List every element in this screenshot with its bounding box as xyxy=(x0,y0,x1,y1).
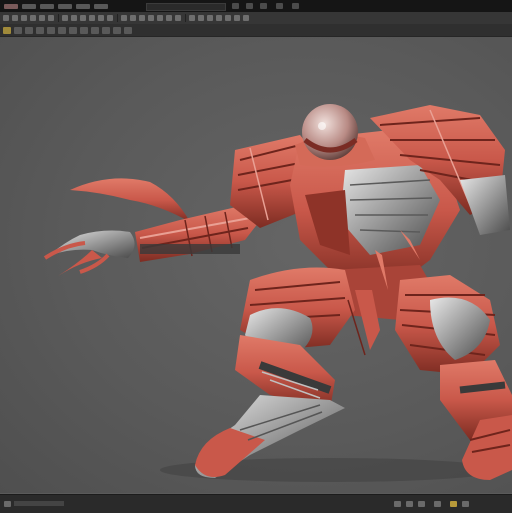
snap-icon[interactable] xyxy=(39,15,45,21)
layer-icon[interactable] xyxy=(4,501,11,507)
edit-mode-icon[interactable] xyxy=(14,26,22,34)
overlay-icon[interactable] xyxy=(113,26,121,34)
history-icon[interactable] xyxy=(207,15,213,21)
xray-icon[interactable] xyxy=(124,26,132,34)
shading-icon[interactable] xyxy=(166,15,172,21)
texture-icon[interactable] xyxy=(107,15,113,21)
mirror-icon[interactable] xyxy=(139,15,145,21)
sculpt-icon[interactable] xyxy=(71,15,77,21)
menu-item[interactable] xyxy=(76,3,90,9)
loop-icon[interactable] xyxy=(462,501,469,507)
paint-mode-icon[interactable] xyxy=(36,26,44,34)
export-icon[interactable] xyxy=(243,15,249,21)
toolbar-separator xyxy=(117,14,118,22)
menu-item[interactable] xyxy=(40,3,54,9)
select-tool-icon[interactable] xyxy=(3,15,9,21)
keyframe-icon[interactable] xyxy=(450,501,457,507)
material-icon[interactable] xyxy=(175,15,181,21)
menu-item[interactable] xyxy=(94,3,108,9)
vertex-icon[interactable] xyxy=(47,26,55,34)
light-icon[interactable] xyxy=(225,15,231,21)
pause-icon[interactable] xyxy=(406,501,413,507)
stop-icon[interactable] xyxy=(418,501,425,507)
proportional-icon[interactable] xyxy=(102,26,110,34)
settings-icon[interactable] xyxy=(276,3,283,9)
object-mode-icon[interactable] xyxy=(3,26,11,34)
scale-tool-icon[interactable] xyxy=(30,15,36,21)
wireframe-icon[interactable] xyxy=(157,15,163,21)
mask-icon[interactable] xyxy=(89,15,95,21)
toolbar-separator xyxy=(58,14,59,22)
camera-icon[interactable] xyxy=(246,3,253,9)
secondary-toolbar xyxy=(0,24,512,37)
frame-icon[interactable] xyxy=(434,501,441,507)
brush-icon[interactable] xyxy=(62,15,68,21)
smooth-icon[interactable] xyxy=(80,15,86,21)
status-bar xyxy=(0,494,512,513)
mesh-icon[interactable] xyxy=(121,15,127,21)
subdivide-icon[interactable] xyxy=(130,15,136,21)
symmetry-icon[interactable] xyxy=(148,15,154,21)
help-icon[interactable] xyxy=(292,3,299,9)
undo-icon[interactable] xyxy=(189,15,195,21)
light-icon[interactable] xyxy=(260,3,267,9)
paint-icon[interactable] xyxy=(98,15,104,21)
move-tool-icon[interactable] xyxy=(12,15,18,21)
workspace-field[interactable] xyxy=(146,3,226,11)
menu-bar xyxy=(0,0,512,12)
menu-item[interactable] xyxy=(58,3,72,9)
robot-model xyxy=(43,104,512,482)
menu-item[interactable] xyxy=(22,3,36,9)
render-icon[interactable] xyxy=(234,15,240,21)
redo-icon[interactable] xyxy=(198,15,204,21)
rotate-tool-icon[interactable] xyxy=(21,15,27,21)
menu-item[interactable] xyxy=(4,3,18,9)
tail-fin xyxy=(70,178,190,222)
pivot-icon[interactable] xyxy=(80,26,88,34)
forearm-mechanics xyxy=(140,244,240,254)
camera-icon[interactable] xyxy=(216,15,222,21)
3d-viewport[interactable] xyxy=(0,37,512,493)
toolbar-separator xyxy=(185,14,186,22)
transform-icon[interactable] xyxy=(91,26,99,34)
play-icon[interactable] xyxy=(394,501,401,507)
grid-icon[interactable] xyxy=(48,15,54,21)
sculpt-mode-icon[interactable] xyxy=(25,26,33,34)
render-icon[interactable] xyxy=(232,3,239,9)
status-field xyxy=(14,501,64,506)
edge-icon[interactable] xyxy=(58,26,66,34)
face-icon[interactable] xyxy=(69,26,77,34)
